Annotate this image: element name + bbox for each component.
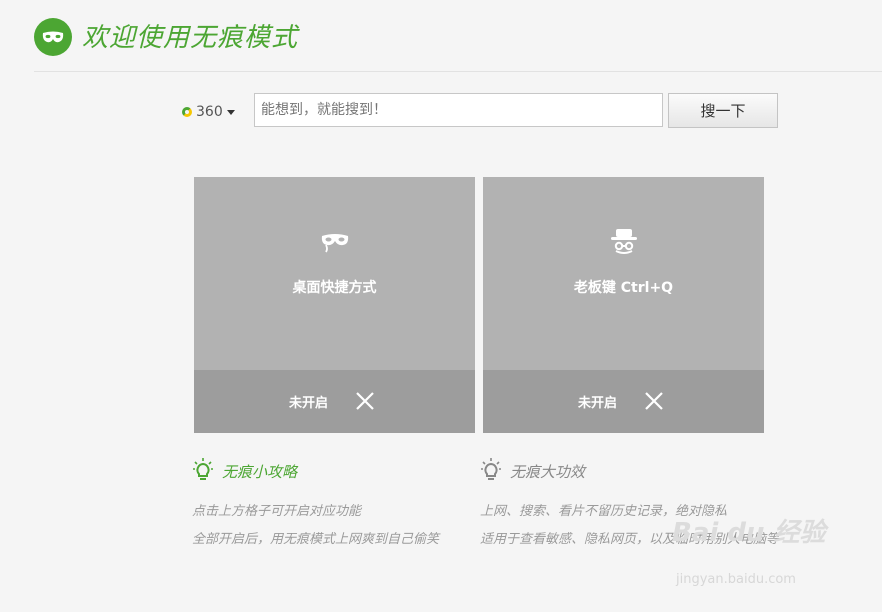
tip-heading: 无痕大功效 bbox=[510, 463, 586, 481]
baidu-watermark: Bai du 经验 bbox=[672, 518, 826, 548]
header: 欢迎使用无痕模式 bbox=[0, 0, 882, 72]
card-title: 桌面快捷方式 bbox=[292, 280, 377, 296]
card-title: 老板键 Ctrl+Q bbox=[573, 280, 674, 296]
card-status-bar[interactable]: 未开启 bbox=[483, 370, 764, 433]
card-status: 未开启 bbox=[289, 396, 329, 411]
header-divider bbox=[34, 71, 882, 72]
lightbulb-icon bbox=[481, 458, 501, 480]
card-desktop-shortcut[interactable]: 桌面快捷方式 未开启 bbox=[194, 177, 475, 433]
card-top: 桌面快捷方式 bbox=[194, 177, 475, 370]
card-top: 老板键 Ctrl+Q bbox=[483, 177, 764, 370]
card-status-bar[interactable]: 未开启 bbox=[194, 370, 475, 433]
tip-line: 全部开启后，用无痕模式上网爽到自己偷笑 bbox=[192, 532, 440, 547]
close-icon[interactable] bbox=[354, 390, 376, 412]
close-icon[interactable] bbox=[643, 390, 665, 412]
chevron-down-icon bbox=[226, 109, 235, 115]
baidu-watermark-url: jingyan.baidu.com bbox=[676, 572, 796, 587]
search-button[interactable]: 搜一下 bbox=[668, 93, 778, 128]
card-boss-key[interactable]: 老板键 Ctrl+Q 未开启 bbox=[483, 177, 764, 433]
tip-line: 点击上方格子可开启对应功能 bbox=[192, 504, 362, 519]
search-engine-label: 360 bbox=[196, 104, 223, 120]
incognito-hat-icon bbox=[610, 229, 637, 254]
search-engine-selector[interactable]: 360 bbox=[182, 100, 235, 124]
page-title: 欢迎使用无痕模式 bbox=[82, 23, 299, 53]
mask-icon bbox=[321, 234, 348, 253]
360-search-icon bbox=[182, 107, 192, 117]
card-status: 未开启 bbox=[578, 396, 618, 411]
tip-heading: 无痕小攻略 bbox=[222, 463, 298, 481]
lightbulb-icon bbox=[193, 458, 213, 480]
mask-icon bbox=[34, 18, 72, 56]
search-input[interactable] bbox=[254, 93, 663, 127]
